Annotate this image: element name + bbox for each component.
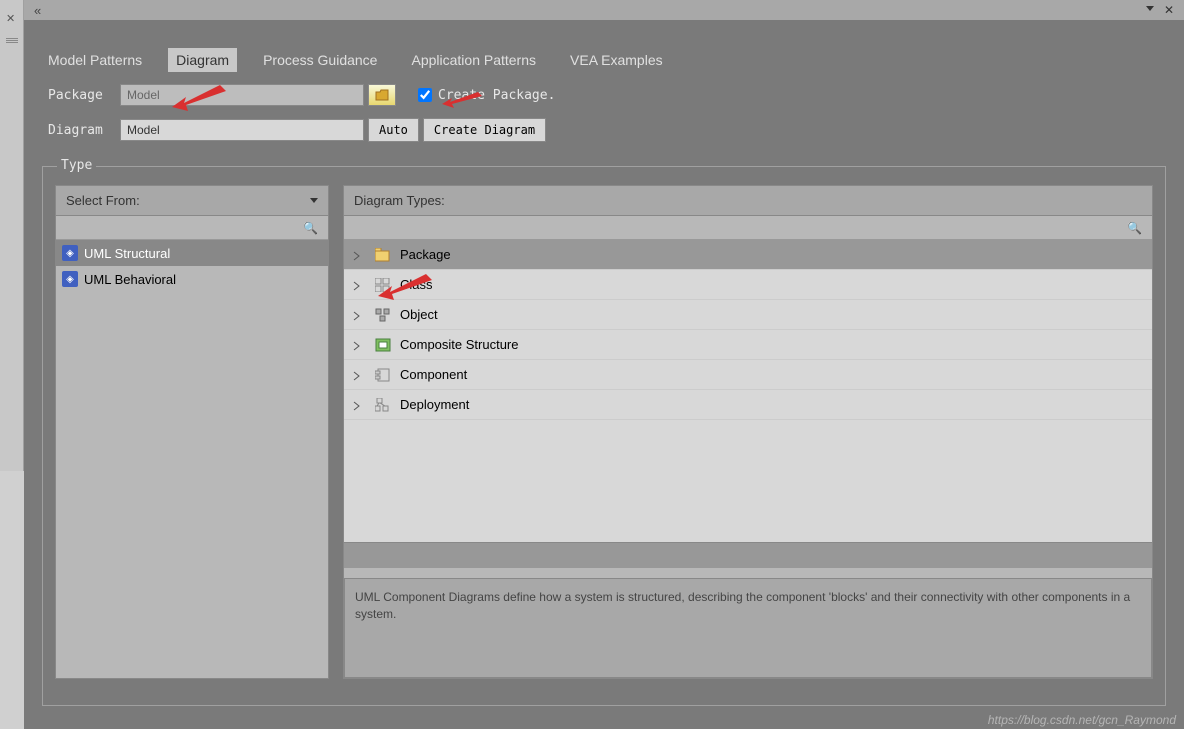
tab-model-patterns[interactable]: Model Patterns bbox=[40, 48, 150, 72]
main-tabs: Model Patterns Diagram Process Guidance … bbox=[24, 46, 1184, 74]
expand-icon[interactable] bbox=[352, 309, 364, 321]
expand-icon[interactable] bbox=[352, 339, 364, 351]
diagram-label: Diagram bbox=[48, 123, 120, 138]
select-from-title: Select From: bbox=[66, 193, 140, 208]
diagram-input[interactable] bbox=[120, 119, 364, 141]
main-panel: « ✕ Model Patterns Diagram Process Guida… bbox=[24, 0, 1184, 729]
close-icon[interactable]: ✕ bbox=[1164, 3, 1174, 17]
tab-application-patterns[interactable]: Application Patterns bbox=[403, 48, 544, 72]
list-item-uml-structural[interactable]: ◈ UML Structural bbox=[56, 240, 328, 266]
grip-icon bbox=[6, 38, 18, 46]
list-item-label: UML Behavioral bbox=[84, 272, 176, 287]
tree-item-component[interactable]: Component bbox=[344, 360, 1152, 390]
tree-item-label: Package bbox=[400, 247, 451, 262]
expand-icon[interactable] bbox=[352, 249, 364, 261]
tree-item-label: Composite Structure bbox=[400, 337, 519, 352]
diagram-types-title: Diagram Types: bbox=[354, 193, 445, 208]
diagram-types-panel: Diagram Types: 🔍 Package Class bbox=[343, 185, 1153, 679]
tree-item-label: Deployment bbox=[400, 397, 469, 412]
tree-item-class[interactable]: Class bbox=[344, 270, 1152, 300]
list-item-uml-behavioral[interactable]: ◈ UML Behavioral bbox=[56, 266, 328, 292]
expand-icon[interactable] bbox=[352, 399, 364, 411]
description-panel: UML Component Diagrams define how a syst… bbox=[344, 578, 1152, 678]
deployment-icon bbox=[374, 397, 392, 413]
diagram-types-header: Diagram Types: bbox=[344, 186, 1152, 216]
create-package-label: Create Package. bbox=[438, 88, 555, 103]
tree-item-label: Class bbox=[400, 277, 433, 292]
diagram-types-tree: Package Class Object bbox=[344, 240, 1152, 542]
auto-button[interactable]: Auto bbox=[368, 118, 419, 142]
class-icon bbox=[374, 277, 392, 293]
type-fieldset: Type Select From: 🔍 ◈ UML Structural ◈ bbox=[42, 166, 1166, 706]
list-item-label: UML Structural bbox=[84, 246, 170, 261]
tab-vea-examples[interactable]: VEA Examples bbox=[562, 48, 671, 72]
package-label: Package bbox=[48, 88, 120, 103]
perspective-icon: ◈ bbox=[62, 271, 78, 287]
gutter-close-icon[interactable]: ✕ bbox=[6, 12, 15, 25]
object-icon bbox=[374, 307, 392, 323]
watermark: https://blog.csdn.net/gcn_Raymond bbox=[988, 713, 1176, 727]
tree-item-package[interactable]: Package bbox=[344, 240, 1152, 270]
collapse-icon[interactable]: « bbox=[34, 3, 41, 18]
tree-item-deployment[interactable]: Deployment bbox=[344, 390, 1152, 420]
expand-icon[interactable] bbox=[352, 369, 364, 381]
select-from-list: ◈ UML Structural ◈ UML Behavioral bbox=[56, 240, 328, 678]
folder-icon bbox=[375, 89, 389, 101]
diagram-types-search: 🔍 bbox=[344, 216, 1152, 240]
tree-item-object[interactable]: Object bbox=[344, 300, 1152, 330]
tab-diagram[interactable]: Diagram bbox=[168, 48, 237, 72]
select-from-search: 🔍 bbox=[56, 216, 328, 240]
composite-icon bbox=[374, 337, 392, 353]
select-from-header[interactable]: Select From: bbox=[56, 186, 328, 216]
tree-item-composite-structure[interactable]: Composite Structure bbox=[344, 330, 1152, 360]
title-bar: « ✕ bbox=[24, 0, 1184, 20]
tree-item-label: Object bbox=[400, 307, 438, 322]
tree-item-label: Component bbox=[400, 367, 467, 382]
search-icon[interactable]: 🔍 bbox=[303, 221, 318, 235]
form-area: Package Create Package. Diagram Auto Cre… bbox=[24, 74, 1184, 160]
select-from-panel: Select From: 🔍 ◈ UML Structural ◈ UML Be… bbox=[55, 185, 329, 679]
dropdown-icon[interactable] bbox=[1146, 6, 1154, 11]
tab-process-guidance[interactable]: Process Guidance bbox=[255, 48, 385, 72]
type-legend: Type bbox=[57, 158, 96, 173]
perspective-icon: ◈ bbox=[62, 245, 78, 261]
package-icon bbox=[374, 247, 392, 263]
search-icon[interactable]: 🔍 bbox=[1127, 221, 1142, 235]
expand-icon[interactable] bbox=[352, 279, 364, 291]
package-input[interactable] bbox=[120, 84, 364, 106]
left-gutter: ✕ bbox=[0, 0, 24, 471]
spacer bbox=[344, 542, 1152, 568]
create-package-checkbox[interactable] bbox=[418, 88, 432, 102]
chevron-down-icon bbox=[310, 198, 318, 203]
create-diagram-button[interactable]: Create Diagram bbox=[423, 118, 546, 142]
browse-folder-button[interactable] bbox=[368, 84, 396, 106]
component-icon bbox=[374, 367, 392, 383]
